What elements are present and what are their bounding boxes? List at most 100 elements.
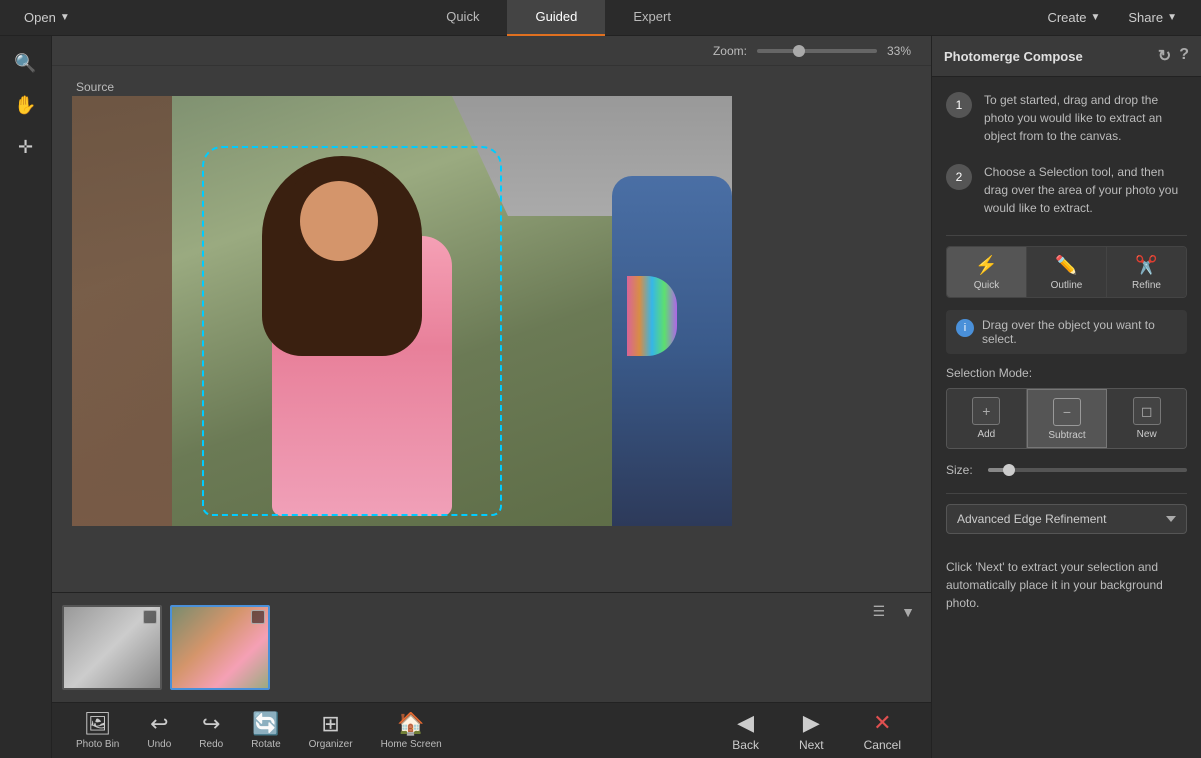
share-button[interactable]: Share ▼	[1114, 0, 1191, 36]
cancel-button[interactable]: ✕ Cancel	[844, 706, 921, 756]
step-1-circle: 1	[946, 92, 972, 118]
rotate-icon: 🔄	[252, 711, 279, 737]
panel-help-icon[interactable]: ?	[1179, 46, 1189, 66]
new-mode-label: New	[1137, 429, 1157, 440]
back-button[interactable]: ◀ Back	[712, 706, 779, 756]
outline-tool-label: Outline	[1051, 280, 1083, 291]
tab-quick[interactable]: Quick	[418, 0, 507, 36]
selection-tools: ⚡ Quick ✏️ Outline ✂️ Refine	[946, 246, 1187, 298]
hand-tool-button[interactable]: ✋	[7, 86, 45, 124]
top-bar-left: Open ▼	[10, 0, 84, 36]
add-mode-label: Add	[977, 429, 995, 440]
undo-button[interactable]: ↩ Undo	[133, 707, 185, 754]
home-screen-button[interactable]: 🏠 Home Screen	[367, 707, 456, 754]
advanced-edge-dropdown[interactable]: Advanced Edge Refinement	[946, 504, 1187, 534]
panel-header-icons: ↻ ?	[1158, 46, 1189, 66]
home-screen-label: Home Screen	[381, 739, 442, 750]
new-mode-button[interactable]: ◻ New	[1107, 389, 1186, 448]
top-bar-right: Create ▼ Share ▼	[1033, 0, 1191, 36]
zoom-tool-button[interactable]: 🔍	[7, 44, 45, 82]
home-screen-icon: 🏠	[397, 711, 424, 737]
back-icon: ◀	[737, 710, 754, 736]
advanced-edge-row: Advanced Edge Refinement	[946, 504, 1187, 534]
info-text: Drag over the object you want to select.	[982, 318, 1177, 346]
add-mode-icon: +	[972, 397, 1000, 425]
photo-background	[72, 96, 732, 526]
organizer-icon: ⊞	[321, 711, 339, 737]
canvas-image	[72, 96, 732, 526]
thumbnail-2[interactable]	[170, 605, 270, 690]
step-2-text: Choose a Selection tool, and then drag o…	[984, 163, 1187, 217]
open-button[interactable]: Open ▼	[10, 0, 84, 36]
panel-body: 1 To get started, drag and drop the phot…	[932, 77, 1201, 758]
move-tool-button[interactable]: ✛	[7, 128, 45, 166]
photo-bin-icon: 🖼	[84, 711, 112, 737]
organizer-button[interactable]: ⊞ Organizer	[295, 707, 367, 754]
quick-tool-label: Quick	[974, 280, 1000, 291]
redo-label: Redo	[199, 739, 223, 750]
bottom-hint: Click 'Next' to extract your selection a…	[946, 548, 1187, 622]
next-label: Next	[799, 738, 824, 752]
next-button[interactable]: ▶ Next	[779, 706, 844, 756]
photo-bin-button[interactable]: 🖼 Photo Bin	[62, 707, 133, 754]
refine-tool-icon: ✂️	[1135, 255, 1157, 276]
outline-selection-tool[interactable]: ✏️ Outline	[1027, 247, 1107, 297]
quick-selection-tool[interactable]: ⚡ Quick	[947, 247, 1027, 297]
right-panel: Photomerge Compose ↻ ? 1 To get started,…	[931, 36, 1201, 758]
redo-icon: ↪	[202, 711, 220, 737]
info-box: i Drag over the object you want to selec…	[946, 310, 1187, 354]
open-chevron-icon: ▼	[60, 12, 70, 23]
new-mode-icon: ◻	[1133, 397, 1161, 425]
step-1-row: 1 To get started, drag and drop the phot…	[946, 91, 1187, 145]
redo-button[interactable]: ↪ Redo	[185, 707, 237, 754]
filmstrip-controls: ☰ ▼	[869, 601, 919, 622]
filmstrip-expand-icon[interactable]: ▼	[897, 601, 919, 622]
kite-element	[612, 256, 692, 356]
subtract-mode-icon: −	[1053, 398, 1081, 426]
organizer-label: Organizer	[309, 739, 353, 750]
zoom-slider[interactable]	[757, 49, 877, 53]
photo-bin-label: Photo Bin	[76, 739, 119, 750]
bottom-bar: 🖼 Photo Bin ↩ Undo ↪ Redo 🔄 Rotate ⊞ Org…	[52, 702, 931, 758]
panel-header: Photomerge Compose ↻ ?	[932, 36, 1201, 77]
thumb-2-badge	[251, 610, 265, 624]
zoom-label: Zoom:	[713, 44, 747, 58]
rotate-button[interactable]: 🔄 Rotate	[237, 707, 294, 754]
girl-face	[300, 181, 378, 261]
share-chevron-icon: ▼	[1167, 12, 1177, 23]
divider-1	[946, 235, 1187, 236]
subtract-mode-button[interactable]: − Subtract	[1027, 389, 1108, 448]
canvas-area: Zoom: 33% Source	[52, 36, 931, 758]
refine-selection-tool[interactable]: ✂️ Refine	[1107, 247, 1186, 297]
undo-label: Undo	[147, 739, 171, 750]
quick-tool-icon: ⚡	[975, 255, 997, 276]
top-bar: Open ▼ Quick Guided Expert Create ▼ Shar…	[0, 0, 1201, 36]
tab-expert[interactable]: Expert	[605, 0, 699, 36]
next-icon: ▶	[803, 710, 820, 736]
step-2-circle: 2	[946, 164, 972, 190]
kite-ribbon	[627, 276, 677, 356]
undo-icon: ↩	[150, 711, 168, 737]
thumb-1-badge	[143, 610, 157, 624]
cancel-icon: ✕	[873, 710, 891, 736]
filmstrip-menu-icon[interactable]: ☰	[869, 601, 890, 622]
thumbnail-1[interactable]	[62, 605, 162, 690]
panel-refresh-icon[interactable]: ↻	[1158, 46, 1171, 66]
size-slider[interactable]	[988, 468, 1187, 472]
create-chevron-icon: ▼	[1090, 12, 1100, 23]
filmstrip-bar: ☰ ▼	[52, 592, 931, 702]
subtract-mode-label: Subtract	[1048, 430, 1085, 441]
rotate-label: Rotate	[251, 739, 280, 750]
back-label: Back	[732, 738, 759, 752]
size-label: Size:	[946, 463, 978, 477]
mode-buttons: + Add − Subtract ◻ New	[946, 388, 1187, 449]
tab-guided[interactable]: Guided	[507, 0, 605, 36]
create-button[interactable]: Create ▼	[1033, 0, 1114, 36]
add-mode-button[interactable]: + Add	[947, 389, 1027, 448]
info-icon: i	[956, 319, 974, 337]
step-1-text: To get started, drag and drop the photo …	[984, 91, 1187, 145]
step-2-row: 2 Choose a Selection tool, and then drag…	[946, 163, 1187, 217]
zoom-bar: Zoom: 33%	[52, 36, 931, 66]
divider-2	[946, 493, 1187, 494]
size-row: Size:	[946, 463, 1187, 477]
